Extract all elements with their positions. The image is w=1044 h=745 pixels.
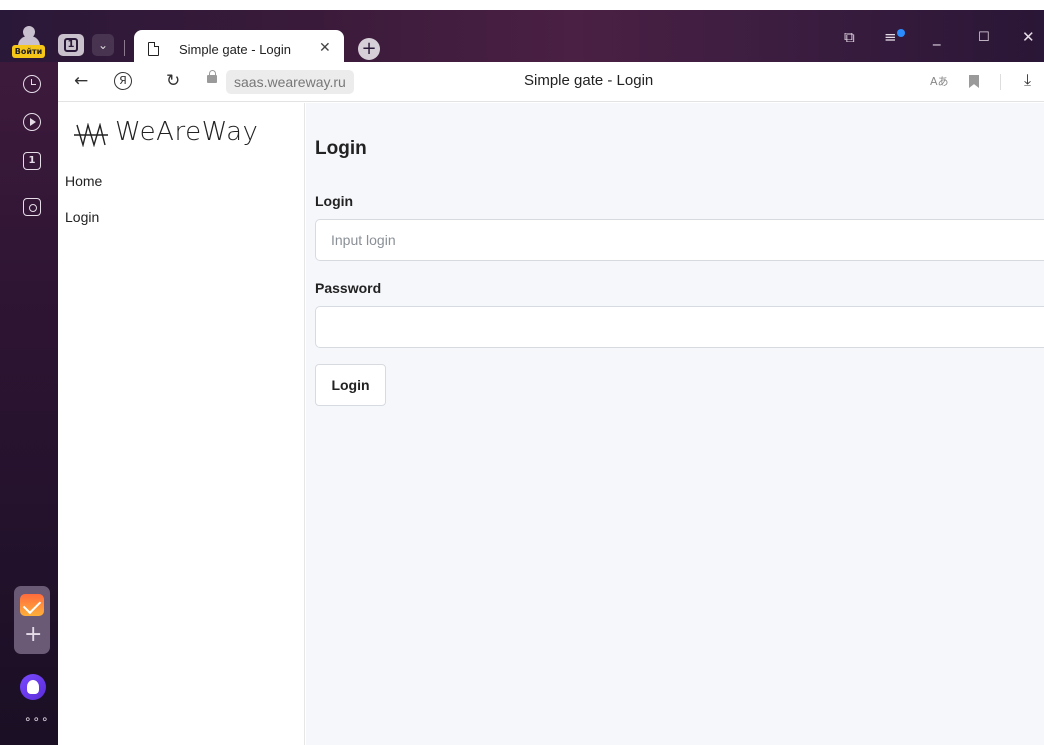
translate-icon[interactable]: Aあ: [930, 73, 949, 89]
tab-collections-icon[interactable]: ⧉: [844, 28, 855, 46]
window-close-icon[interactable]: ✕: [1022, 28, 1035, 46]
form-title: Login: [315, 138, 367, 159]
lock-icon[interactable]: [207, 70, 217, 83]
bookmark-icon[interactable]: [969, 75, 979, 88]
tab-title: Simple gate - Login: [179, 42, 292, 57]
more-icon[interactable]: ∘∘∘: [24, 712, 50, 726]
main-content: Login Login Password Login: [306, 103, 1044, 745]
nav-link-home[interactable]: Home: [65, 173, 102, 189]
new-tab-button[interactable]: +: [358, 38, 380, 60]
brand-logo-icon: [74, 123, 108, 147]
login-button[interactable]: Login: [315, 364, 386, 406]
tabs-icon[interactable]: 1: [23, 152, 41, 170]
profile-button[interactable]: Войти: [10, 26, 48, 64]
yandex-icon[interactable]: Я: [114, 72, 132, 90]
screenshot-icon[interactable]: [23, 198, 41, 216]
mail-icon[interactable]: [20, 594, 44, 616]
download-icon[interactable]: ⤓: [1024, 70, 1031, 90]
alice-assistant-icon[interactable]: [20, 674, 46, 700]
sidebar-apps-panel: +: [14, 586, 50, 654]
desktop-strip: [0, 0, 1044, 10]
browser-sidebar: 1 + ∘∘∘: [0, 62, 58, 745]
notification-dot-icon: [897, 29, 905, 37]
chevron-down-icon[interactable]: ⌄: [92, 34, 114, 56]
password-input[interactable]: [315, 306, 1044, 348]
page-icon: [148, 42, 159, 56]
media-play-icon[interactable]: [23, 113, 41, 131]
tab-count-button[interactable]: 1: [58, 34, 84, 56]
page-title: Simple gate - Login: [524, 72, 654, 89]
address-bar: ← Я ↻ saas.weareway.ru Simple gate - Log…: [58, 62, 1044, 102]
login-label: Login: [315, 193, 354, 209]
tab-divider: [124, 40, 125, 56]
notifications-icon[interactable]: ≡: [884, 28, 897, 46]
brand-name: WeAreWay: [115, 117, 259, 147]
tab-count-label: 1: [64, 37, 78, 52]
site-sidebar: WeAreWay Home Login: [58, 103, 305, 745]
history-icon[interactable]: [23, 75, 41, 93]
minimize-icon[interactable]: _: [933, 28, 941, 46]
close-icon[interactable]: ✕: [319, 40, 331, 56]
password-label: Password: [315, 280, 382, 296]
browser-titlebar: Войти 1 ⌄ Simple gate - Login ✕ + ⧉ ≡ _ …: [0, 10, 1044, 72]
url-field[interactable]: saas.weareway.ru: [226, 70, 354, 94]
maximize-icon[interactable]: ☐: [978, 30, 990, 45]
login-input[interactable]: [315, 219, 1044, 261]
back-icon[interactable]: ←: [74, 71, 88, 91]
address-divider: [1000, 74, 1001, 90]
profile-login-badge[interactable]: Войти: [12, 45, 45, 58]
nav-link-login[interactable]: Login: [65, 209, 99, 225]
reload-icon[interactable]: ↻: [166, 71, 180, 91]
add-app-icon[interactable]: +: [24, 624, 42, 646]
